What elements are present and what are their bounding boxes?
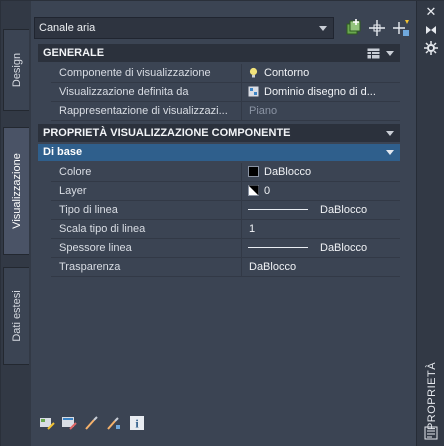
property-value: DaBlocco [264, 166, 312, 178]
property-value-cell[interactable]: Dominio disegno di d... [241, 83, 400, 101]
property-row[interactable]: Layer 0 [51, 182, 400, 201]
settings-icon[interactable] [423, 40, 439, 56]
chevron-down-icon[interactable] [386, 131, 394, 136]
properties-palette: Design Visualizzazione Dati estesi Canal… [0, 0, 444, 446]
object-type-dropdown[interactable]: Canale aria [34, 17, 334, 39]
property-value-cell[interactable]: DaBlocco [241, 163, 400, 181]
object-type-value: Canale aria [39, 22, 96, 34]
edit-style-icon[interactable] [39, 415, 55, 431]
chevron-down-icon[interactable] [386, 51, 394, 56]
property-value: 1 [249, 223, 256, 235]
properties-palette-icon [424, 426, 438, 440]
property-row[interactable]: Visualizzazione definita da Dominio dise… [51, 83, 400, 102]
property-value-cell[interactable]: DaBlocco [241, 258, 400, 276]
property-key: Visualizzazione definita da [59, 86, 189, 98]
lightbulb-icon [249, 67, 258, 78]
property-value-cell[interactable]: Contorno [241, 64, 400, 82]
property-key: Componente di visualizzazione [59, 67, 211, 79]
info-icon[interactable]: i [129, 415, 145, 431]
section-component-display-props[interactable]: PROPRIETÀ VISUALIZZAZIONE COMPONENTE [38, 124, 400, 142]
property-value: Dominio disegno di d... [264, 86, 376, 98]
properties-content: Canale aria GENERALE Componente di visua… [31, 1, 416, 446]
property-value-cell[interactable]: DaBlocco [241, 239, 400, 257]
property-row[interactable]: Tipo di linea DaBlocco [51, 201, 400, 220]
property-key: Spessore linea [59, 242, 132, 254]
tab-dati-estesi[interactable]: Dati estesi [3, 267, 29, 365]
property-key: Scala tipo di linea [59, 223, 146, 235]
table-view-icon[interactable] [367, 48, 380, 59]
quick-select-icon[interactable] [391, 18, 411, 38]
auto-hide-icon[interactable] [423, 22, 439, 38]
property-key: Trasparenza [59, 261, 121, 273]
display-properties-icon[interactable] [61, 415, 77, 431]
property-value: Contorno [264, 67, 310, 79]
property-row[interactable]: Trasparenza DaBlocco [51, 258, 400, 277]
property-key: Rappresentazione di visualizzazi... [59, 105, 228, 117]
tab-design-label: Design [10, 52, 23, 88]
tab-visualizzazione[interactable]: Visualizzazione [3, 127, 29, 255]
tab-dati-estesi-label: Dati estesi [10, 290, 23, 342]
section-generale[interactable]: GENERALE [38, 44, 400, 62]
tab-visualizzazione-label: Visualizzazione [10, 153, 23, 229]
section-component-title: PROPRIETÀ VISUALIZZAZIONE COMPONENTE [43, 127, 291, 139]
tab-design[interactable]: Design [3, 29, 29, 111]
close-icon[interactable]: ✕ [423, 4, 439, 20]
palette-title: PROPRIETÀ [426, 361, 438, 431]
property-key: Colore [59, 166, 92, 178]
property-value-cell[interactable]: DaBlocco [241, 201, 400, 219]
property-value: Piano [249, 105, 278, 117]
property-row[interactable]: Colore DaBlocco [51, 163, 400, 182]
palette-title-bar: ✕ PROPRIETÀ [416, 1, 444, 446]
property-row[interactable]: Componente di visualizzazione Contorno [51, 64, 400, 83]
property-row[interactable]: Scala tipo di linea 1 [51, 220, 400, 239]
color-swatch-icon [248, 166, 259, 177]
brush-icon[interactable] [83, 415, 99, 431]
subgroup-title: Di base [43, 146, 83, 158]
match-properties-icon[interactable] [105, 415, 121, 431]
property-value-cell[interactable]: 1 [241, 220, 400, 238]
lineweight-preview [248, 247, 308, 248]
property-key: Layer [59, 185, 87, 197]
palette-tabs: Design Visualizzazione Dati estesi [1, 1, 31, 446]
property-value-cell[interactable]: 0 [241, 182, 400, 200]
property-value: 0 [264, 185, 271, 197]
property-row[interactable]: Rappresentazione di visualizzazi... Pian… [51, 102, 400, 121]
property-key: Tipo di linea [59, 204, 118, 216]
add-object-icon[interactable] [343, 18, 363, 38]
chevron-down-icon [319, 26, 327, 31]
section-generale-title: GENERALE [43, 47, 105, 59]
property-row[interactable]: Spessore linea DaBlocco [51, 239, 400, 258]
property-value-cell[interactable]: Piano [241, 102, 400, 120]
linetype-preview [248, 209, 308, 210]
subgroup-di-base[interactable]: Di base [38, 144, 400, 161]
chevron-down-icon[interactable] [386, 150, 394, 155]
property-value: DaBlocco [249, 261, 297, 273]
drawing-domain-icon [248, 86, 259, 97]
select-objects-icon[interactable] [367, 18, 387, 38]
layer-icon [248, 185, 259, 196]
